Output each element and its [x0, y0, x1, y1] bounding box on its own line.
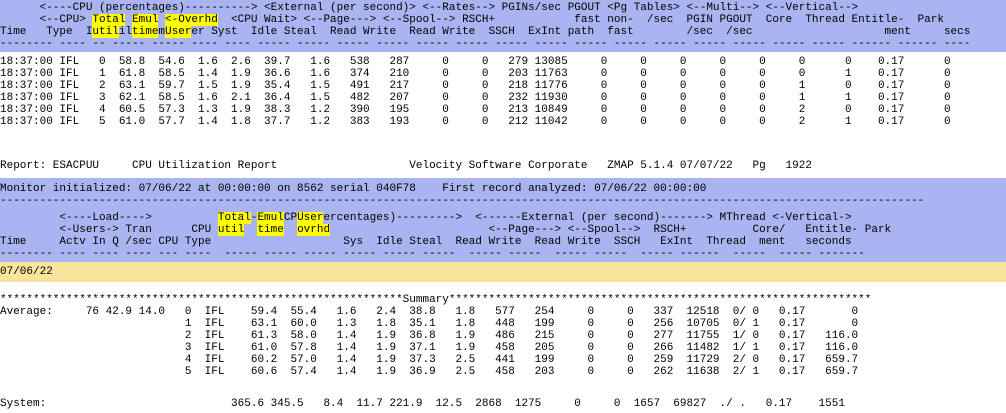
- highlighted-column-label: util: [92, 26, 119, 38]
- highlighted-column-label: Total: [92, 14, 126, 26]
- summary-row: 4 IFL 60.2 57.0 1.4 1.9 37.3 2.5 441 199…: [0, 354, 859, 366]
- date-label: 07/06/22: [0, 266, 53, 278]
- top-header-line-1: <----CPU (percentages)----------> <Exter…: [0, 2, 859, 14]
- mid-header-line-3: Time Actv In Q /sec CPU Type Sys Idle St…: [0, 236, 852, 248]
- summary-row: Average: 76 42.9 14.0 0 IFL 59.4 55.4 1.…: [0, 306, 859, 318]
- data-row: 18:37:00 IFL 1 61.8 58.5 1.4 1.9 36.6 1.…: [0, 68, 951, 80]
- monitor-dashes: ----------------------------------------…: [0, 195, 925, 207]
- summary-row: 5 IFL 60.6 57.4 1.4 1.9 36.9 2.5 458 203…: [0, 366, 859, 378]
- data-row: 18:37:00 IFL 3 62.1 58.5 1.6 2.1 36.4 1.…: [0, 92, 951, 104]
- monitor-line: Monitor initialized: 07/06/22 at 00:00:0…: [0, 183, 707, 195]
- highlighted-column-label: Total: [217, 212, 251, 224]
- top-header-dashes: -------- ---- -- ----- ----- ---- ---- -…: [0, 38, 971, 50]
- highlighted-column-label: <-Overhd: [165, 14, 218, 26]
- summary-row: 3 IFL 61.0 57.8 1.4 1.9 37.1 1.9 458 205…: [0, 342, 859, 354]
- highlighted-column-label: time: [132, 26, 159, 38]
- system-total-row: System: 365.6 345.5 8.4 11.7 221.9 12.5 …: [0, 398, 845, 410]
- data-row: 18:37:00 IFL 0 58.8 54.6 1.6 2.6 39.7 1.…: [0, 56, 951, 68]
- summary-row: 1 IFL 63.1 60.0 1.3 1.8 35.1 1.8 448 199…: [0, 318, 859, 330]
- report-title-line: Report: ESACPUU CPU Utilization Report V…: [0, 160, 812, 172]
- data-row: 18:37:00 IFL 2 63.1 59.7 1.5 1.9 35.4 1.…: [0, 80, 951, 92]
- highlighted-column-label: Emul: [132, 14, 159, 26]
- highlighted-column-label: User: [297, 212, 324, 224]
- data-row: 18:37:00 IFL 5 61.0 57.7 1.4 1.8 37.7 1.…: [0, 116, 951, 128]
- highlighted-column-label: util: [217, 224, 245, 236]
- mid-header-dashes: -------- ---- ---- ---- --- ---- ----- -…: [0, 248, 865, 260]
- highlighted-column-label: User: [165, 26, 192, 38]
- highlighted-column-label: Emul: [257, 212, 284, 224]
- data-row: 18:37:00 IFL 4 60.5 57.3 1.3 1.9 38.3 1.…: [0, 104, 951, 116]
- mid-header-line-1: <----Load----> <---------CPU (percentage…: [0, 212, 852, 224]
- highlighted-column-label: ovrhd: [297, 224, 331, 236]
- summary-row: 2 IFL 61.3 58.0 1.4 1.9 36.8 1.9 486 215…: [0, 330, 859, 342]
- date-band: [0, 262, 1006, 282]
- summary-divider: ****************************************…: [0, 294, 872, 306]
- mid-header-line-2: <-Users-> Tran CPU <--Page---> <--Spool-…: [0, 224, 892, 236]
- highlighted-column-label: time: [257, 224, 284, 236]
